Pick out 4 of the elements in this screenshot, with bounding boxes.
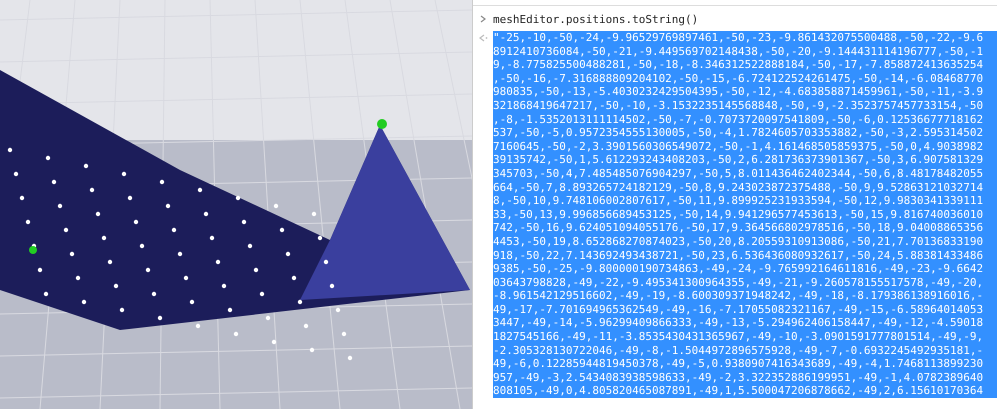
- result-arrow-icon: [478, 34, 488, 42]
- prompt-chevron-icon: [480, 15, 486, 23]
- console-command: meshEditor.positions.toString(): [493, 12, 698, 27]
- console-result-text: "-25,-10,-50,-24,-9.96529769897461,-50,-23,-9.861432075500488,-50,-22,-9.6 8912410736084,-50,-21,-9.449569702148438,-50,-20,-9.144431114196777,-50,-1 9,-8.775825500488281,-50,-18,-8.346312522888184,-50,-17,-7.858872413635254 ,-50,-16,-7.316888809204102,-50,-15,-6.724122524261475,-50,-14,-6.08468770 980835,-50,-13,-5.4030232429504395,-50,-12,-4.683858871459961,-50,-11,-3.9 321868419647217,-50,-10,-3.1532235145568848,-50,-9,-2.3523757457733154,-50 ,-8,-1.5352013111114502,-50,-7,-0.7073720097541809,-50,-6,0.12536677718162 537,-50,-5,0.9572354555130005,-50,-4,1.7824605703353882,-50,-3,2.595314502 7160645,-50,-2,3.3901560306549072,-50,-1,4.161468505859375,-50,0,4.9038982 39135742,-50,1,5.612293243408203,-50,2,6.281736373901367,-50,3,6.907581329 345703,-50,4,7.485485076904297,-50,5,8.011436462402344,-50,6,8.48178482055 664,-50,7,8.893265724182129,-50,8,9.243023872375488,-50,9,9.52863121032714 8,-50,10,9.748106002807617,-50,11,9.899925231933594,-50,12,9.9830341339111 33,-50,13,9.996856689453125,-50,14,9.941296577453613,-50,15,9.816740036010 742,-50,16,9.624051094055176,-50,17,9.364566802978516,-50,18,9.04008865356 4453,-50,19,8.652868270874023,-50,20,8.20559310913086,-50,21,7.70136833190 918,-50,22,7.143692493438721,-50,23,6.536436080932617,-50,24,5.88381433486 9385,-50,-25,-9.800000190734863,-49,-24,-9.765992164611816,-49,-23,-9.6642 03643798828,-49,-22,-9.495341300964355,-49,-21,-9.260578155517578,-49,-20, -8.961542129516602,-49,-19,-8.600309371948242,-49,-18,-8.179386138916016,- 49,-17,-7.701694965362549,-49,-16,-7.17055082321167,-49,-15,-6.58964014053 3447,-49,-14,-5.96299409866333,-49,-13,-5.294962406158447,-49,-12,-4.59018 1827545166,-49,-11,-3.8535430431365967,-49,-10,-3.0901591777801514,-49,-9, -2.305328130722046,-49,-8,-1.5044972896575928,-49,-7,-0.6932245492935181,- 49,-6,0.12285944819450378,-49,-5,0.9380907416343689,-49,-4,1.7468113899230 957,-49,-3,2.5434083938598633,-49,-2,3.322352886199951,-49,-1,4.0782389640 808105,-49,0,4.805820465087891,-49,1,5.500047206878662,-49,2,6.15610170364: [493, 31, 997, 398]
